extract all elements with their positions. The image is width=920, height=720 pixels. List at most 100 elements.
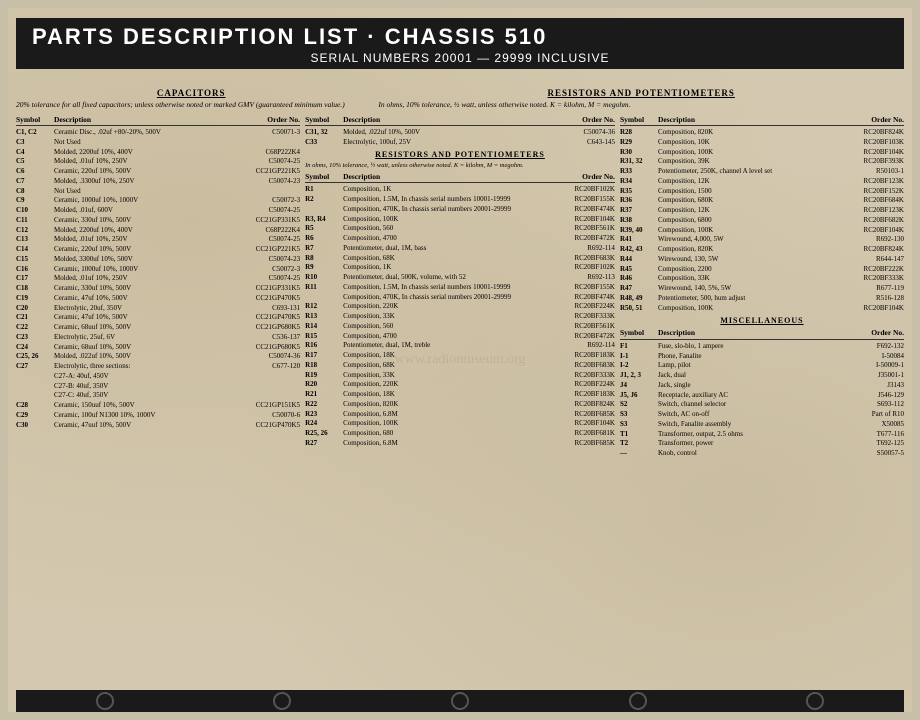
col2-desc-header: Description: [343, 115, 540, 124]
capacitors-label: CAPACITORS: [16, 88, 366, 98]
row-symbol: R34: [620, 177, 658, 186]
col3-desc-header: Description: [658, 115, 829, 124]
table-row: R45 Composition, 2200 RC20BF222K: [620, 265, 904, 274]
row-symbol: T1: [620, 430, 658, 439]
bottom-strip: [16, 690, 904, 712]
row-description: Jack, single: [658, 381, 829, 390]
row-description: Knob, control: [658, 449, 829, 458]
resistors-section-title: RESISTORS AND POTENTIOMETERS: [305, 150, 615, 160]
table-row: R7 Potentiometer, dual, 1M, bass R692-11…: [305, 244, 615, 253]
table-row: C14 Ceramic, 220uf 10%, 500V CC21GP221K5: [16, 245, 300, 254]
row-description: Molded, .01uf 10%, 250V: [54, 157, 225, 166]
bottom-dot-5: [806, 692, 824, 710]
row-order: RC20BF102K: [540, 185, 615, 194]
table-row: R15 Composition, 4700 RC20BF472K: [305, 332, 615, 341]
row-order: C677-120: [225, 362, 300, 371]
table-row: I-1 Phone, Fanalite I-50084: [620, 352, 904, 361]
row-description: Potentiometer, 500, hum adjust: [658, 294, 829, 303]
row-order: R516-128: [829, 294, 904, 303]
row-symbol: C4: [16, 148, 54, 157]
table-row: C23 Electrolytic, 25uf, 6V C536-137: [16, 333, 300, 342]
row-description: Potentiometer, dual, 500K, volume, with …: [343, 273, 540, 282]
row-order: R692-114: [540, 341, 615, 350]
row-order: RC20BF472K: [540, 332, 615, 341]
row-description: Composition, 100K: [343, 419, 540, 428]
row-symbol: R7: [305, 244, 343, 253]
table-row: C29 Ceramic, 100uf N1300 10%, 1000V C500…: [16, 411, 300, 420]
table-row: C25, 26 Molded, .022uf 10%, 500V C50074-…: [16, 352, 300, 361]
row-symbol: R11: [305, 283, 343, 292]
row-description: Ceramic, 1000uf 10%, 1000V: [54, 265, 225, 274]
table-row: R19 Composition, 33K RC20BF333K: [305, 371, 615, 380]
col2r-sym-header: Symbol: [305, 172, 343, 181]
resistors-inline-note: In ohms, 10% tolerance, ½ watt, unless o…: [305, 162, 615, 170]
row-description: C27-A: 40uf, 450V: [54, 372, 225, 381]
table-row: R29 Composition, 10K RC20BF103K: [620, 138, 904, 147]
col3m-desc-header: Description: [658, 328, 829, 337]
row-symbol: R39, 40: [620, 226, 658, 235]
row-order: R692-114: [540, 244, 615, 253]
table-row: Composition, 470K, In chassis serial num…: [305, 205, 615, 214]
row-description: Composition, 4700: [343, 332, 540, 341]
row-symbol: C25, 26: [16, 352, 54, 361]
table-row: R8 Composition, 68K RC20BF683K: [305, 254, 615, 263]
misc-section-title: MISCELLANEOUS: [620, 316, 904, 326]
table-row: C27-B: 40uf, 350V: [16, 382, 300, 391]
row-description: Composition, 33K: [343, 371, 540, 380]
capacitors-column: Symbol Description Order No. C1, C2 Cera…: [16, 115, 300, 688]
row-description: Composition, 68K: [343, 361, 540, 370]
row-symbol: C16: [16, 265, 54, 274]
table-row: Composition, 470K, In chassis serial num…: [305, 293, 615, 302]
table-row: C13 Molded, .01uf 10%, 250V C50074-25: [16, 235, 300, 244]
table-row: C8 Not Used: [16, 187, 300, 196]
row-symbol: C15: [16, 255, 54, 264]
row-description: Transformer, power: [658, 439, 829, 448]
row-description: Composition, 680: [343, 429, 540, 438]
row-description: Composition, 820K: [658, 128, 829, 137]
table-row: C19 Ceramic, 47uf 10%, 500V CC21GP470K5: [16, 294, 300, 303]
row-description: Ceramic, 220uf 10%, 500V: [54, 245, 225, 254]
row-symbol: C11: [16, 216, 54, 225]
row-order: RC20BF104K: [829, 304, 904, 313]
row-symbol: R33: [620, 167, 658, 176]
col3-ord-header: Order No.: [829, 115, 904, 124]
row-order: RC20BF474K: [540, 205, 615, 214]
row-description: Composition, 100K: [343, 215, 540, 224]
row-description: Electrolytic, 20uf, 350V: [54, 304, 225, 313]
bottom-dot-1: [96, 692, 114, 710]
col3m-ord-header: Order No.: [829, 328, 904, 337]
table-row: R11 Composition, 1.5M, In chassis serial…: [305, 283, 615, 292]
row-description: Composition, 1.5M, In chassis serial num…: [343, 283, 540, 292]
row-order: C50071-3: [225, 128, 300, 137]
table-row: R21 Composition, 18K RC20BF183K: [305, 390, 615, 399]
row-order: RC20BF685K: [540, 439, 615, 448]
row-description: Composition, 220K: [343, 302, 540, 311]
row-description: Ceramic, 47uf 10%, 500V: [54, 313, 225, 322]
row-description: Composition, 33K: [343, 312, 540, 321]
row-symbol: R27: [305, 439, 343, 448]
row-symbol: C23: [16, 333, 54, 342]
row-description: Composition, 560: [343, 322, 540, 331]
row-order: RC20BF224K: [540, 302, 615, 311]
row-symbol: R42, 43: [620, 245, 658, 254]
row-symbol: J1, 2, 3: [620, 371, 658, 380]
row-order: RC20BF123K: [829, 177, 904, 186]
row-symbol: R19: [305, 371, 343, 380]
row-symbol: R10: [305, 273, 343, 282]
row-order: RC20BF393K: [829, 157, 904, 166]
cap-col1-data: C1, C2 Ceramic Disc., .02uf +80/-20%, 50…: [16, 128, 300, 429]
row-symbol: C30: [16, 421, 54, 430]
col1-ord-header: Order No.: [225, 115, 300, 124]
row-order: CC21GP151K5: [225, 401, 300, 410]
row-description: Composition, 4700: [343, 234, 540, 243]
row-symbol: C27: [16, 362, 54, 371]
row-symbol: J4: [620, 381, 658, 390]
row-description: Composition, 12K: [658, 177, 829, 186]
row-order: J35001-1: [829, 371, 904, 380]
row-symbol: R46: [620, 274, 658, 283]
cap-col2-data: C31, 32 Molded, .022uf 10%, 500V C50074-…: [305, 128, 615, 147]
table-row: R50, 51 Composition, 100K RC20BF104K: [620, 304, 904, 313]
table-row: C3 Not Used: [16, 138, 300, 147]
row-symbol: R36: [620, 196, 658, 205]
table-row: C9 Ceramic, 1000uf 10%, 1000V C50072-3: [16, 196, 300, 205]
